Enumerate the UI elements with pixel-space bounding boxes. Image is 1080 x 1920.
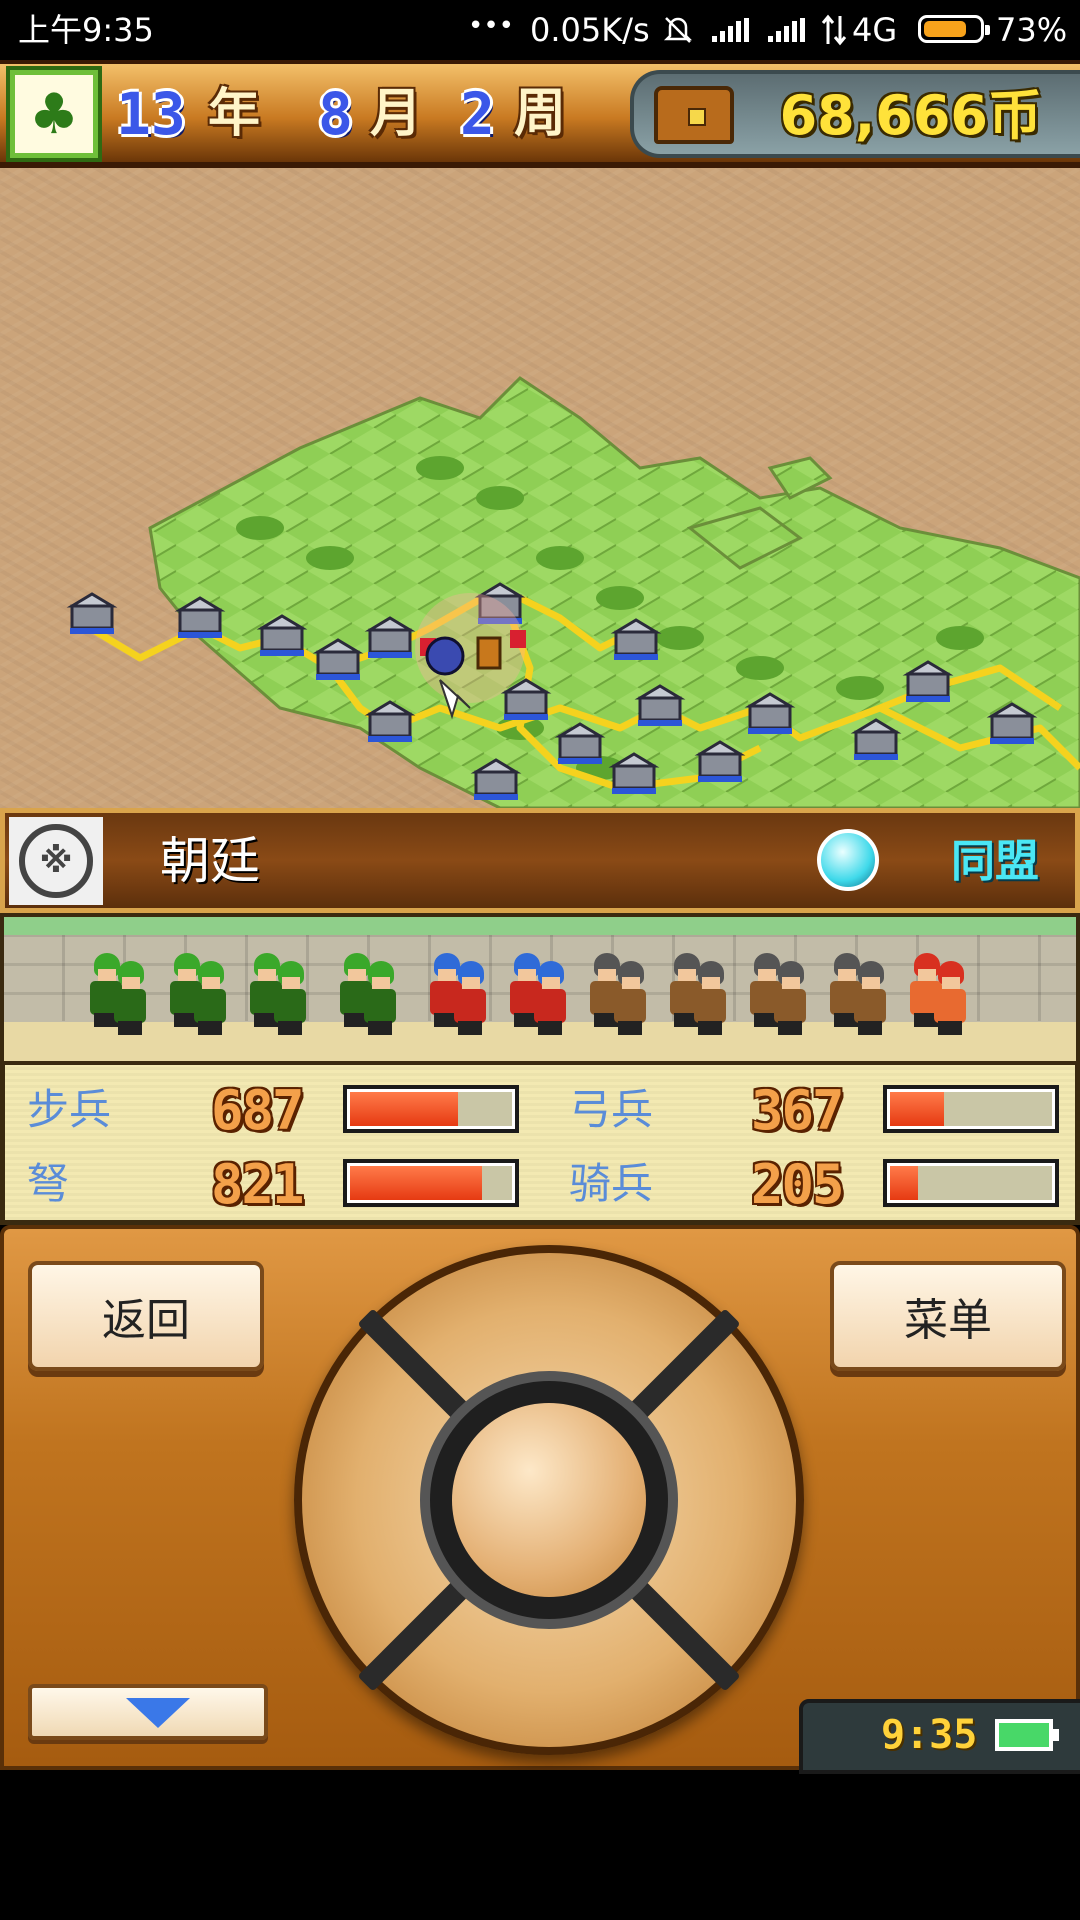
menu-button[interactable]: 菜单 — [830, 1261, 1066, 1371]
status-dots: ••• — [468, 11, 515, 41]
soldier-sprite — [688, 961, 732, 1037]
troop-formation — [0, 913, 1080, 1065]
soldier-sprite — [528, 961, 572, 1037]
month-value: 8 — [318, 80, 353, 148]
coin-count: 68,666币 — [779, 84, 1042, 147]
back-button[interactable]: 返回 — [28, 1261, 264, 1371]
stat-bar-fill — [350, 1092, 459, 1126]
status-bar: 上午9:35 ••• 0.05K/s 4G 73% — [0, 0, 1080, 60]
treasure-chest-icon — [654, 86, 734, 144]
dpad-center-ring — [420, 1371, 678, 1629]
data-arrows-icon — [821, 14, 847, 46]
soldier-sprite — [608, 961, 652, 1037]
controller-panel: 返回 菜单 9:35 — [0, 1225, 1080, 1774]
alliance-orb-icon — [817, 829, 879, 891]
game-clock: 9:35 — [881, 1712, 978, 1758]
faction-emblem-icon: ※ — [19, 824, 93, 898]
stat-label-crossbow: 弩 — [27, 1159, 70, 1208]
pine-tree-icon[interactable]: ♣ — [6, 66, 102, 162]
alarm-off-icon — [663, 17, 693, 43]
soldier-sprite — [848, 961, 892, 1037]
soldier-sprite — [768, 961, 812, 1037]
soldier-sprite — [448, 961, 492, 1037]
dpad-center-button[interactable] — [452, 1403, 646, 1597]
faction-emblem: ※ — [9, 817, 103, 905]
game-header: ♣ 13 年 8 月 2 周 68,666币 — [0, 60, 1080, 168]
stat-label-infantry: 步兵 — [27, 1085, 112, 1134]
stat-value-crossbow: 821 — [211, 1153, 305, 1216]
game-clock-panel: 9:35 — [799, 1699, 1080, 1774]
signal-icon — [768, 18, 805, 42]
triangle-down-icon — [126, 1698, 190, 1728]
stat-label-archer: 弓兵 — [569, 1085, 654, 1134]
battery-icon — [995, 1719, 1059, 1751]
stat-value-archer: 367 — [751, 1079, 845, 1142]
faction-status: 同盟 — [951, 836, 1039, 887]
stat-value-infantry: 687 — [211, 1079, 305, 1142]
map-terrain — [66, 376, 1080, 808]
soldier-sprite — [188, 961, 232, 1037]
stat-bar-cavalry — [883, 1159, 1059, 1207]
faction-bar[interactable]: ※ 朝廷 同盟 — [0, 808, 1080, 913]
troop-stats-panel: 步兵 687 弓兵 367 弩 821 骑兵 205 — [0, 1065, 1080, 1225]
week-label: 周 — [514, 84, 567, 144]
signal-icon — [712, 18, 749, 42]
stat-bar-fill — [890, 1166, 918, 1200]
coin-panel: 68,666币 — [630, 70, 1080, 158]
stat-bar-archer — [883, 1085, 1059, 1133]
soldier-sprite — [108, 961, 152, 1037]
stat-bar-fill — [350, 1166, 482, 1200]
week-value: 2 — [460, 80, 495, 148]
soldier-sprite — [268, 961, 312, 1037]
network-speed: 0.05K/s — [530, 11, 650, 49]
battery-icon — [918, 15, 990, 43]
faction-name: 朝廷 — [160, 832, 260, 890]
network-type: 4G — [852, 11, 898, 49]
stat-bar-fill — [890, 1092, 945, 1126]
dpad[interactable] — [294, 1245, 804, 1755]
collapse-button[interactable] — [28, 1684, 268, 1740]
battery-percent: 73% — [996, 11, 1068, 49]
stat-label-cavalry: 骑兵 — [569, 1159, 654, 1208]
soldier-sprite — [928, 961, 972, 1037]
soldier-sprite — [358, 961, 402, 1037]
stat-bar-crossbow — [343, 1159, 519, 1207]
world-map[interactable] — [0, 168, 1080, 808]
year-label: 年 — [208, 84, 261, 144]
status-time: 上午9:35 — [18, 11, 154, 49]
stat-value-cavalry: 205 — [751, 1153, 845, 1216]
stat-bar-infantry — [343, 1085, 519, 1133]
month-label: 月 — [370, 84, 423, 144]
year-value: 13 — [116, 80, 186, 148]
